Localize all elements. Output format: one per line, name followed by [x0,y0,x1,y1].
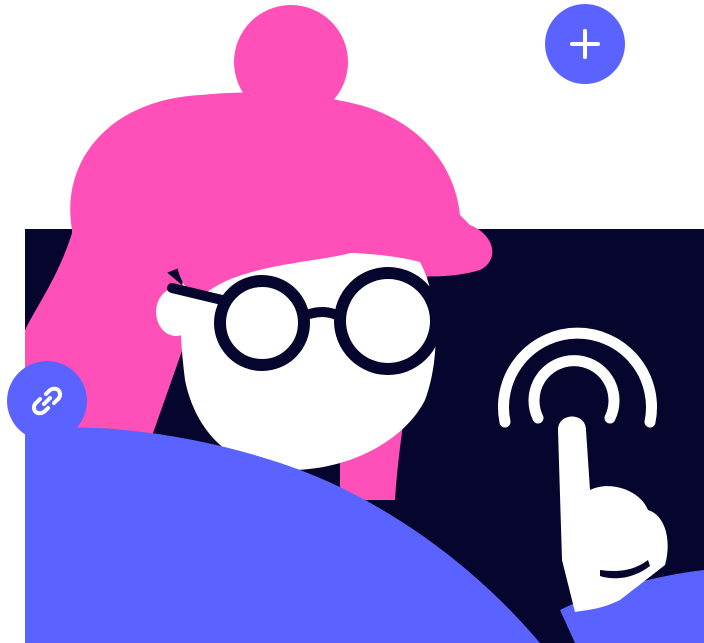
illustration-canvas [0,0,704,643]
tap-arc-inner [528,355,620,424]
link-button[interactable] [7,361,87,441]
glasses-left-lens [214,275,310,371]
add-button[interactable] [545,4,625,84]
person-illustration [25,5,704,643]
tap-arc-outer [498,327,657,428]
plus-icon [570,29,600,59]
link-icon [31,386,63,416]
glasses-right-lens [334,267,442,375]
